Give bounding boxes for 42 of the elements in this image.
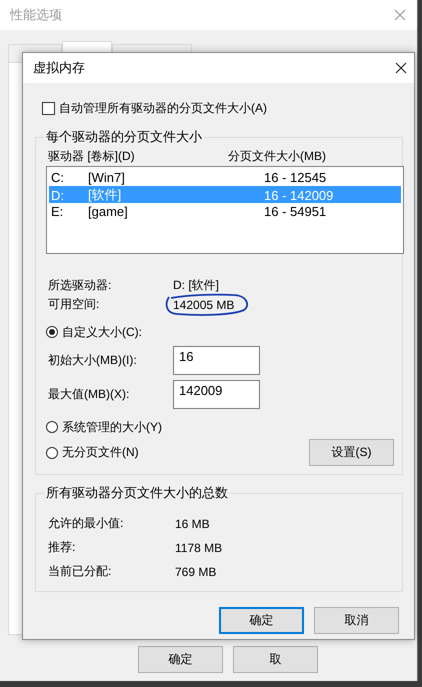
drive-label: [game] [88, 204, 129, 219]
drive-size: 16 - 54951 [264, 204, 328, 219]
window-title: 性能选项 [10, 6, 62, 24]
total-value: 769 MB [175, 564, 218, 578]
drive-label: [Win7] [88, 170, 126, 185]
radio-option[interactable]: 自定义大小(C): [46, 324, 402, 340]
field-label: 最大值(MB)(X): [48, 386, 130, 403]
drive-row[interactable]: E: [game] 16 - 54951 [49, 203, 401, 220]
drive-letter: C: [51, 170, 65, 185]
total-label: 推荐: [48, 539, 76, 556]
close-icon[interactable] [395, 62, 407, 74]
drive-size: 16 - 142009 [264, 188, 334, 202]
info-value: 142005 MB [173, 298, 234, 312]
drive-size: 16 - 12545 [264, 170, 328, 185]
drive-letter: E: [51, 204, 64, 219]
drive-list[interactable]: C: [Win7] 16 - 12545 D: [软件] 16 - 142009 E: [game] 16 - 54951 [46, 166, 404, 254]
column-header: 驱动器 [卷标](D) [48, 148, 136, 164]
column-header: 分页文件大小(MB) [228, 148, 327, 164]
info-value: D: [软件] [173, 277, 220, 294]
set-button[interactable]: 设置(S) [309, 439, 394, 466]
cancel-button[interactable]: 取 [233, 646, 318, 673]
radio-option[interactable]: 无分页文件(N) [46, 444, 139, 460]
total-label: 允许的最小值: [48, 515, 124, 532]
group-title: 每个驱动器的分页文件大小 [45, 128, 203, 146]
radio-option[interactable]: 系统管理的大小(Y) [46, 419, 402, 435]
input-field[interactable]: 142009 [173, 380, 260, 409]
auto-manage-checkbox[interactable]: 自动管理所有驱动器的分页文件大小(A) [35, 100, 404, 116]
total-label: 当前已分配: [48, 563, 112, 580]
cancel-button[interactable]: 取消 [314, 607, 399, 634]
group-title: 所有驱动器分页文件大小的总数 [45, 484, 229, 502]
field-label: 初始大小(MB)(I): [48, 352, 138, 369]
dialog-title: 虚拟内存 [33, 59, 85, 77]
total-value: 16 MB [175, 516, 211, 530]
total-value: 1178 MB [175, 540, 224, 554]
input-field[interactable]: 16 [173, 346, 260, 375]
ok-button[interactable]: 确定 [219, 607, 304, 634]
info-label: 可用空间: [48, 296, 100, 313]
drive-row[interactable]: C: [Win7] 16 - 12545 [49, 169, 401, 186]
ok-button[interactable]: 确定 [138, 646, 223, 673]
info-label: 所选驱动器: [48, 277, 112, 294]
drive-label: [软件] [88, 186, 122, 204]
drive-letter: D: [51, 188, 65, 202]
